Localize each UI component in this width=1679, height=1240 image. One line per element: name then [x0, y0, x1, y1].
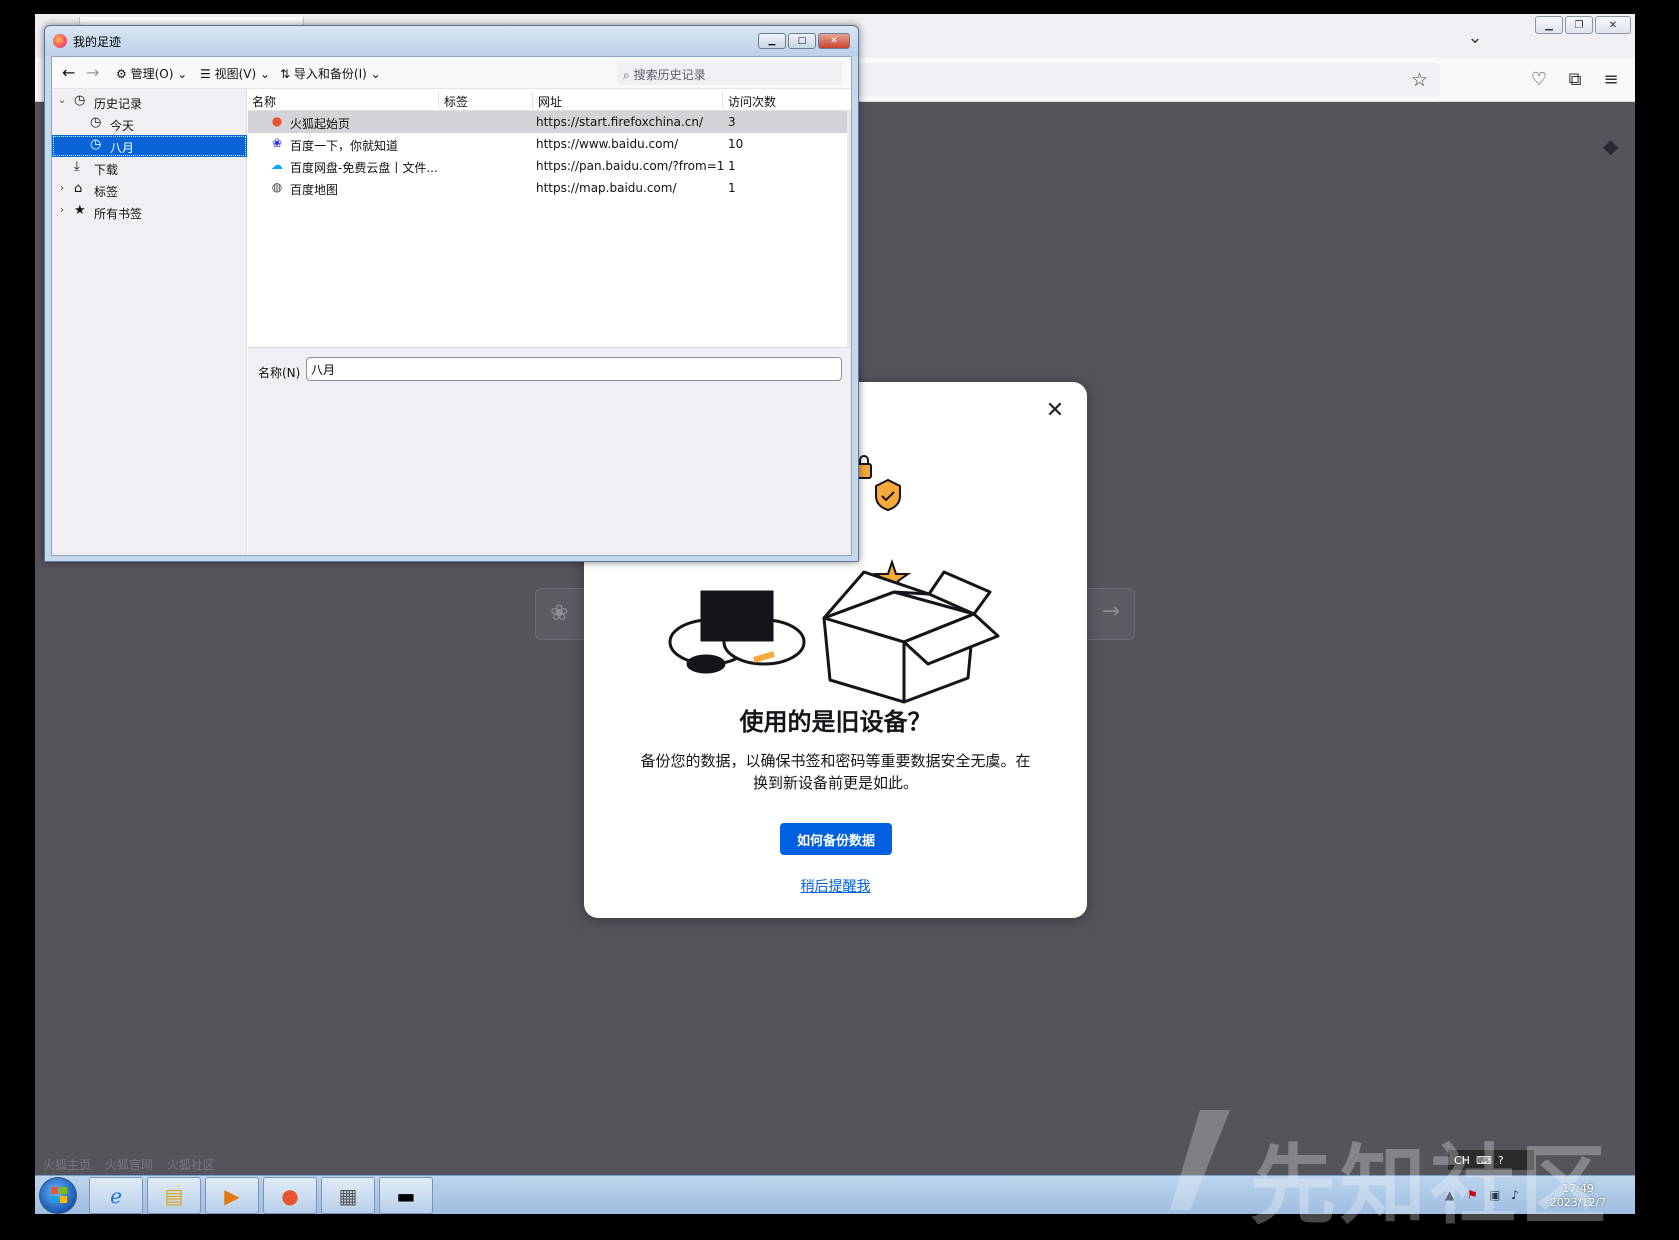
- desktop: ⌄ ▁ ❐ ✕ ☆ ♡ ⧉ ≡ ◆ ❀ → 火狐主页 火狐官网 火狐社区 ✕ 使…: [35, 14, 1635, 1214]
- search-icon: ⌕: [623, 68, 630, 82]
- start-button[interactable]: [39, 1177, 77, 1214]
- table-row[interactable]: ❀ 百度一下，你就知道 https://www.baidu.com/ 10: [248, 133, 851, 155]
- sidebar-item-downloads[interactable]: ⤓ 下载: [52, 157, 247, 179]
- table-row[interactable]: ◍ 百度地图 https://map.baidu.com/ 1: [248, 177, 851, 199]
- watermark-text: 先知社区: [1250, 1136, 1610, 1236]
- lock-badge-icon: [856, 455, 901, 512]
- media-player-icon[interactable]: ▶: [205, 1177, 259, 1214]
- detail-pane: 名称(N): [248, 347, 851, 555]
- sidebar-item-august[interactable]: ◷ 八月: [52, 135, 247, 157]
- column-header-url[interactable]: 网址: [538, 93, 562, 110]
- minimize-button[interactable]: ▁: [1535, 16, 1563, 34]
- tab-list-chevron-icon[interactable]: ⌄: [1455, 24, 1495, 50]
- customize-paint-icon[interactable]: ◆: [1603, 134, 1618, 158]
- baidu-paw-icon: ❀: [550, 601, 569, 626]
- file-explorer-icon[interactable]: ▤: [147, 1177, 201, 1214]
- clock-icon: ◷: [74, 93, 86, 108]
- column-header-visit-count[interactable]: 访问次数: [728, 93, 776, 110]
- back-arrow-icon[interactable]: ←: [62, 63, 75, 82]
- sidebar-item-history[interactable]: ⌄ ◷ 历史记录: [52, 91, 247, 113]
- table-row[interactable]: ● 火狐起始页 https://start.firefoxchina.cn/ 3: [248, 111, 851, 133]
- library-sidebar: ⌄ ◷ 历史记录 ◷ 今天 ◷ 八月 ⤓ 下载 › ⌂ 标签 › ★ 所有书签: [52, 89, 247, 555]
- column-separator: [722, 91, 723, 109]
- internet-explorer-icon[interactable]: ℯ: [89, 1177, 143, 1214]
- chevron-right-icon[interactable]: ›: [60, 205, 64, 216]
- name-field-label: 名称(N): [258, 366, 301, 380]
- sidebar-item-all-bookmarks[interactable]: › ★ 所有书签: [52, 201, 247, 223]
- url-bar[interactable]: ☆: [835, 63, 1440, 97]
- column-separator: [532, 91, 533, 109]
- maximize-button[interactable]: □: [788, 33, 816, 49]
- sort-arrows-icon: ⇅: [280, 67, 291, 81]
- import-backup-menu[interactable]: ⇅ 导入和备份(I) ⌄: [280, 65, 381, 82]
- open-box-icon: [822, 570, 1000, 704]
- close-button[interactable]: ✕: [818, 33, 850, 49]
- watermark-logo: [1170, 1110, 1230, 1210]
- library-toolbar: ← → ⚙ 管理(O) ⌄ ☰ 视图(V) ⌄ ⇅ 导入和备份(I) ⌄ ⌕ 搜…: [52, 57, 851, 89]
- scrollbar[interactable]: [847, 111, 851, 347]
- search-arrow-icon[interactable]: →: [1102, 599, 1120, 624]
- extensions-icon[interactable]: ⧉: [1563, 69, 1587, 90]
- restore-button[interactable]: ❐: [1565, 16, 1593, 34]
- sidebar-item-tags[interactable]: › ⌂ 标签: [52, 179, 247, 201]
- chevron-right-icon[interactable]: ›: [60, 183, 64, 194]
- bottom-link[interactable]: 火狐社区: [167, 1156, 215, 1173]
- view-menu[interactable]: ☰ 视图(V) ⌄: [200, 65, 270, 82]
- star-icon: ★: [74, 203, 86, 218]
- history-tree: 名称 标签 网址 访问次数 ● 火狐起始页 https://start.fire…: [248, 89, 851, 347]
- tag-icon: ⌂: [74, 181, 83, 196]
- dialog-title: 使用的是旧设备？: [739, 708, 932, 736]
- windows-logo-icon: [51, 1187, 67, 1203]
- command-prompt-icon[interactable]: ▬: [379, 1177, 433, 1214]
- list-icon: ☰: [200, 67, 211, 81]
- history-search-input[interactable]: ⌕ 搜索历史记录: [617, 61, 842, 85]
- column-header-tags[interactable]: 标签: [444, 93, 468, 110]
- clock-icon: ◷: [90, 115, 102, 130]
- tree-header: 名称 标签 网址 访问次数: [248, 89, 851, 111]
- globe-icon: ◍: [271, 180, 283, 194]
- remind-later-link[interactable]: 稍后提醒我: [584, 876, 1087, 896]
- window-title: 我的足迹: [73, 35, 122, 49]
- library-content: ← → ⚙ 管理(O) ⌄ ☰ 视图(V) ⌄ ⇅ 导入和备份(I) ⌄ ⌕ 搜…: [51, 56, 852, 556]
- dialog-body: 备份您的数据，以确保书签和密码等重要数据安全无虞。在换到新设备前更是如此。: [640, 752, 1031, 792]
- chevron-down-icon[interactable]: ⌄: [58, 95, 66, 106]
- bottom-link[interactable]: 火狐官网: [105, 1156, 153, 1173]
- menu-hamburger-icon[interactable]: ≡: [1599, 69, 1623, 90]
- bottom-link[interactable]: 火狐主页: [43, 1156, 91, 1173]
- gear-icon: ⚙: [116, 67, 127, 81]
- library-window-controls: ▁ □ ✕: [758, 33, 850, 49]
- manage-menu[interactable]: ⚙ 管理(O) ⌄: [116, 65, 187, 82]
- sidebar-item-today[interactable]: ◷ 今天: [52, 113, 247, 135]
- firefox-icon: ●: [271, 114, 283, 128]
- minimize-button[interactable]: ▁: [758, 33, 786, 49]
- person-with-laptop-figure: [668, 590, 806, 674]
- table-row[interactable]: ☁ 百度网盘-免费云盘丨文件... https://pan.baidu.com/…: [248, 155, 851, 177]
- calculator-icon[interactable]: ▦: [321, 1177, 375, 1214]
- pocket-icon[interactable]: ♡: [1527, 69, 1551, 90]
- baidu-paw-icon: ❀: [271, 136, 283, 150]
- newtab-bottom-links: 火狐主页 火狐官网 火狐社区: [43, 1156, 215, 1173]
- baidu-pan-icon: ☁: [271, 158, 283, 172]
- name-field[interactable]: [306, 357, 842, 381]
- column-separator: [438, 91, 439, 109]
- firefox-icon: [53, 34, 67, 48]
- how-to-backup-button[interactable]: 如何备份数据: [780, 823, 892, 855]
- column-header-name[interactable]: 名称: [252, 93, 276, 110]
- library-window: 我的足迹 ▁ □ ✕ ← → ⚙ 管理(O) ⌄ ☰ 视图(V) ⌄ ⇅ 导入和…: [44, 25, 859, 562]
- close-button[interactable]: ✕: [1595, 16, 1631, 34]
- browser-window-controls: ▁ ❐ ✕: [1535, 16, 1631, 34]
- clock-icon: ◷: [90, 137, 102, 152]
- forward-arrow-icon[interactable]: →: [86, 63, 99, 82]
- library-titlebar[interactable]: 我的足迹 ▁ □ ✕: [45, 26, 858, 56]
- close-icon[interactable]: ✕: [1041, 396, 1069, 424]
- download-icon: ⤓: [74, 159, 80, 174]
- bookmark-star-icon[interactable]: ☆: [1411, 69, 1428, 91]
- firefox-icon[interactable]: ●: [263, 1177, 317, 1214]
